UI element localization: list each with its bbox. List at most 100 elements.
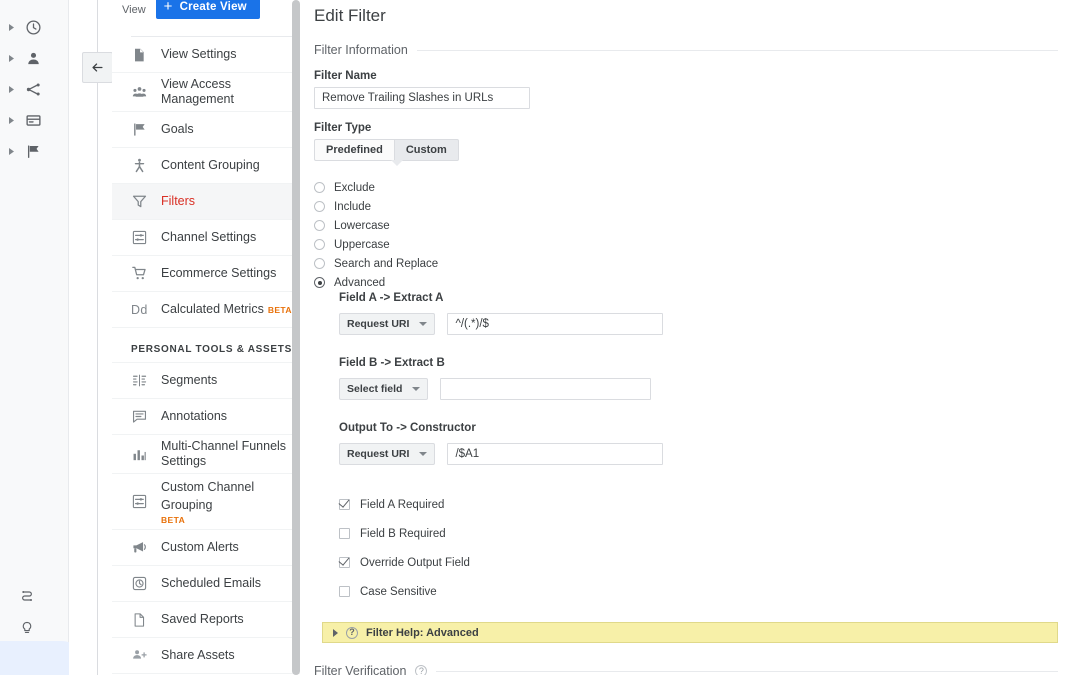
sidebar-item-label: Scheduled Emails [161,576,262,590]
sidebar-scrollbar[interactable] [292,0,300,675]
radio-icon [314,201,325,212]
rail-item-realtime[interactable] [0,12,69,43]
checkbox-label: Field B Required [360,527,446,540]
filter-information-label: Filter Information [314,43,408,57]
sidebar-item-label: Custom Alerts [161,540,239,554]
sidebar-item-annotations[interactable]: Annotations [112,399,300,435]
sidebar-item-custom-alerts[interactable]: Custom Alerts [112,530,300,566]
sidebar-item-label: Calculated Metrics [161,302,264,316]
radio-include[interactable]: Include [314,197,1058,216]
sidebar-item-calculated-metrics[interactable]: Dd Calculated Metrics BETA [112,292,300,328]
checkbox-case-sensitive[interactable]: Case Sensitive [339,577,1058,606]
document-icon [131,612,161,628]
radio-search-and-replace[interactable]: Search and Replace [314,254,1058,273]
field-a-group: Field A -> Extract A Request URI [339,292,1058,335]
radio-icon-selected [314,277,325,288]
sidebar-item-label: Custom Channel Grouping [161,480,255,512]
checkbox-icon-checked [339,499,350,510]
checkbox-field-a-required[interactable]: Field A Required [339,490,1058,519]
checkbox-field-b-required[interactable]: Field B Required [339,519,1058,548]
radio-label: Exclude [334,181,375,194]
sidebar-item-label: Content Grouping [161,158,260,172]
admin-sidebar: View + Create View View Settings View Ac… [112,0,300,675]
rail-item-audience[interactable] [0,43,69,74]
create-view-button[interactable]: + Create View [155,0,260,19]
sidebar-item-scheduled-emails[interactable]: Scheduled Emails [112,566,300,602]
filter-name-input[interactable] [314,87,530,109]
radio-icon [314,239,325,250]
radio-icon [314,258,325,269]
radio-label: Uppercase [334,238,390,251]
collapse-sidebar-button[interactable] [82,52,113,83]
sidebar-item-ecommerce-settings[interactable]: Ecommerce Settings [112,256,300,292]
output-select[interactable]: Request URI [339,443,436,465]
sidebar-item-view-access-management[interactable]: View Access Management [112,73,300,112]
field-a-select[interactable]: Request URI [339,313,436,335]
radio-uppercase[interactable]: Uppercase [314,235,1058,254]
sidebar-item-label: Annotations [161,409,228,423]
arrow-left-icon [92,63,103,72]
filter-type-predefined-tab[interactable]: Predefined [314,139,395,161]
behavior-icon [18,112,48,129]
rail-item-acquisition[interactable] [0,74,69,105]
expand-caret-icon [333,628,338,637]
create-view-label: Create View [179,0,247,13]
sidebar-item-channel-settings[interactable]: Channel Settings [112,220,300,256]
sidebar-item-goals[interactable]: Goals [112,112,300,148]
rail-item-attribution[interactable] [0,582,69,612]
checkbox-icon [339,528,350,539]
expand-caret-icon [4,148,18,155]
sidebar-item-label: Filters [161,194,196,208]
checkbox-icon-checked [339,557,350,568]
beta-badge: BETA [161,515,186,525]
funnel-icon [131,193,161,210]
field-b-select[interactable]: Select field [339,378,429,400]
rail-item-conversions[interactable] [0,136,69,167]
acquisition-icon [18,81,48,98]
person-icon [18,50,48,67]
sidebar-item-saved-reports[interactable]: Saved Reports [112,602,300,638]
advanced-settings: Field A -> Extract A Request URI Field B… [339,292,1058,465]
sidebar-item-label: Segments [161,373,218,387]
field-b-group: Field B -> Extract B Select field [339,357,1058,400]
divider [97,0,98,675]
sidebar-item-view-settings[interactable]: View Settings [112,37,300,73]
filter-type-toggle: Predefined Custom [314,139,459,166]
checkbox-icon [339,586,350,597]
rail-item-behavior[interactable] [0,105,69,136]
help-icon[interactable]: ? [415,665,428,675]
field-b-extract-input[interactable] [440,378,652,400]
sidebar-item-custom-channel-grouping[interactable]: Custom Channel Grouping BETA [112,474,300,530]
sidebar-item-multi-channel-funnels-settings[interactable]: Multi-Channel Funnels Settings [112,435,300,474]
checkbox-label: Field A Required [360,498,445,511]
sidebar-item-share-assets[interactable]: Share Assets [112,638,300,674]
output-constructor-input[interactable] [447,443,664,465]
sidebar-item-label: Channel Settings [161,230,257,244]
radio-advanced[interactable]: Advanced [314,273,1058,292]
checkbox-override-output-field[interactable]: Override Output Field [339,548,1058,577]
radio-exclude[interactable]: Exclude [314,178,1058,197]
rail-item-insights[interactable] [0,613,69,643]
sidebar-item-segments[interactable]: Segments [112,363,300,399]
field-a-select-value: Request URI [347,318,410,330]
filter-type-custom-tab[interactable]: Custom [394,139,459,161]
analytics-admin-page: View + Create View View Settings View Ac… [0,0,1080,675]
edit-filter-panel: Edit Filter Filter Information Filter Na… [300,0,1080,675]
filter-help-bar[interactable]: ? Filter Help: Advanced [322,622,1058,643]
field-a-extract-input[interactable] [447,313,664,335]
view-header: View + Create View [112,0,300,19]
sidebar-item-filters[interactable]: Filters [112,184,300,220]
radio-icon [314,220,325,231]
radio-lowercase[interactable]: Lowercase [314,216,1058,235]
radio-icon [314,182,325,193]
sidebar-item-content-grouping[interactable]: Content Grouping [112,148,300,184]
chevron-down-icon [419,452,428,456]
filter-verification-label: Filter Verification [314,664,407,675]
channel-settings-icon [131,493,161,510]
help-icon: ? [346,626,358,639]
left-nav-rail [0,0,82,675]
radio-label: Lowercase [334,219,390,232]
segments-icon [131,372,161,389]
expand-caret-icon [4,55,18,62]
selected-tab-pointer-icon [391,160,403,166]
